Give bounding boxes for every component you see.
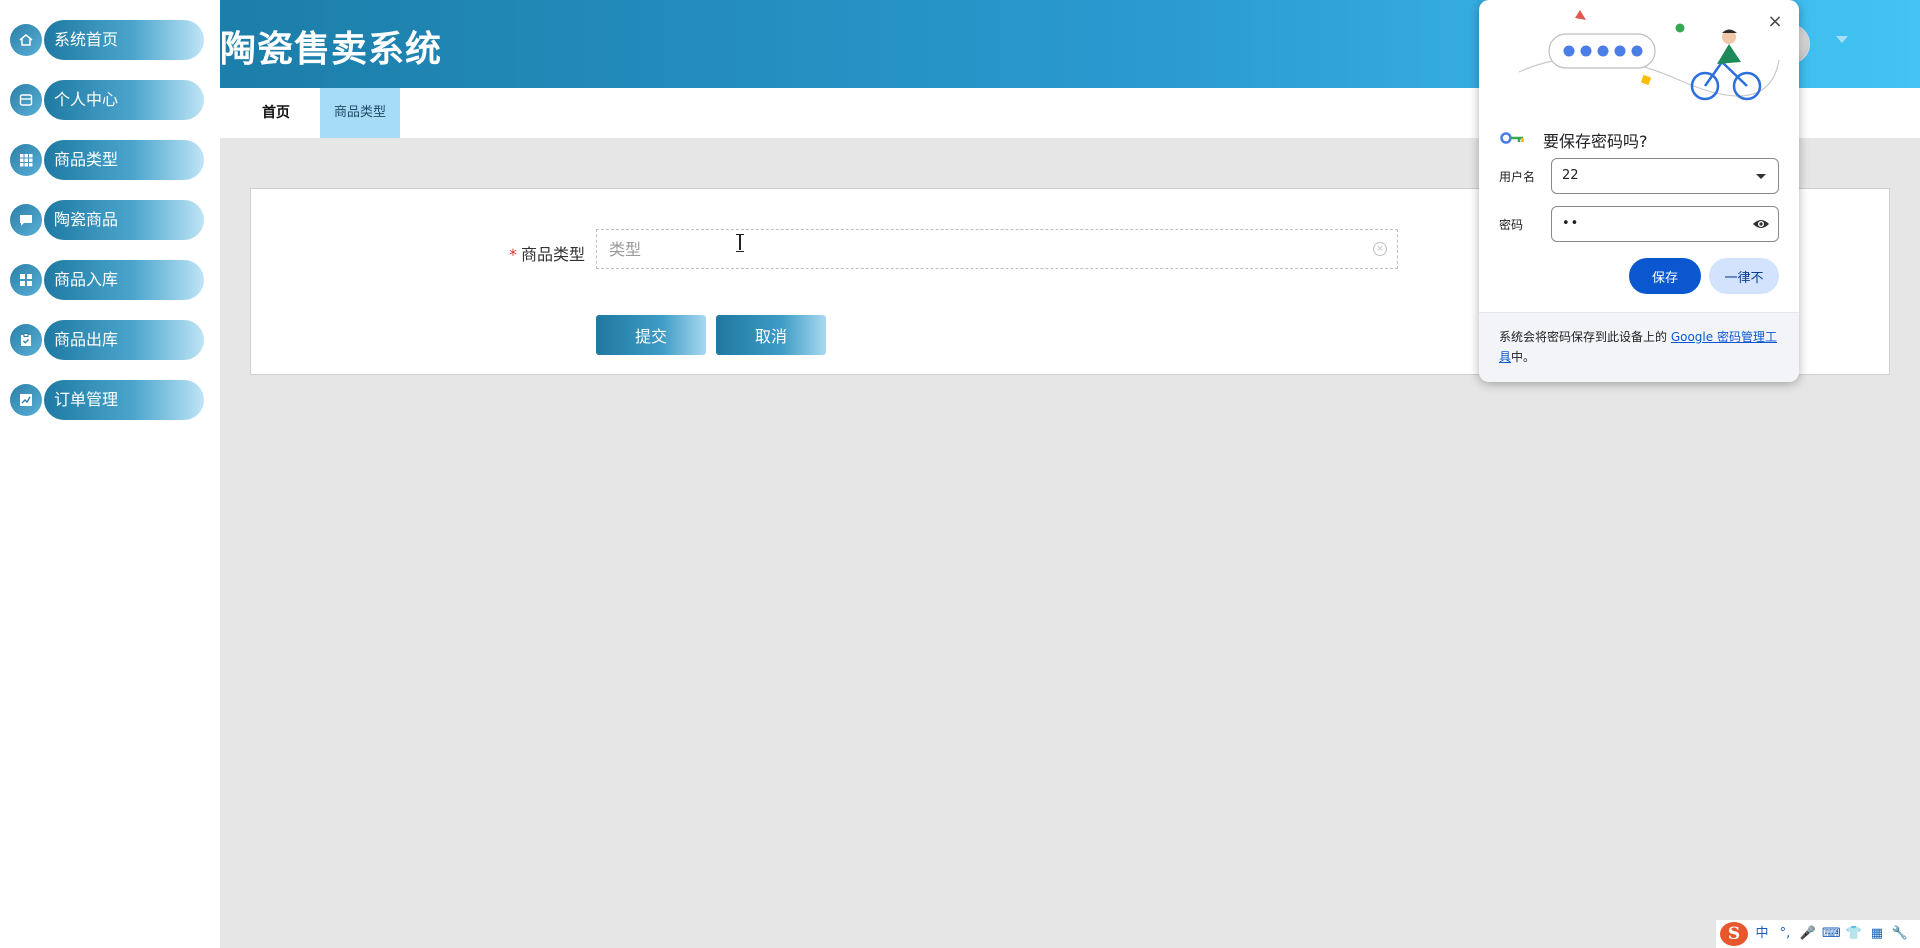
- sidebar-item-product-types[interactable]: 商品类型: [10, 140, 204, 180]
- card-icon: [10, 84, 42, 116]
- cancel-button[interactable]: 取消: [716, 315, 826, 355]
- eye-icon[interactable]: [1752, 215, 1770, 233]
- footer-text: 系统会将密码保存到此设备上的: [1499, 330, 1671, 344]
- required-mark: *: [509, 245, 517, 264]
- caret-down-icon: [1756, 174, 1766, 179]
- sidebar-item-ceramic-products[interactable]: 陶瓷商品: [10, 200, 204, 240]
- product-type-label-text: 商品类型: [521, 245, 586, 264]
- submit-button[interactable]: 提交: [596, 315, 706, 355]
- text-cursor-icon: [735, 234, 745, 252]
- sidebar-item-label: 个人中心: [44, 80, 204, 120]
- sidebar-item-orders[interactable]: 订单管理: [10, 380, 204, 420]
- chart-icon: [10, 384, 42, 416]
- sidebar-item-label: 订单管理: [44, 380, 204, 420]
- password-illustration: [1518, 10, 1780, 101]
- sidebar-item-label: 商品出库: [44, 320, 204, 360]
- sidebar: 系统首页 个人中心 商品类型 陶瓷商品 商品入库 商品出库 订单管理: [0, 0, 220, 948]
- footer-suffix: 中。: [1511, 350, 1536, 364]
- sidebar-item-profile[interactable]: 个人中心: [10, 80, 204, 120]
- save-password-dialog: × 要保存密码吗? 用户名 22 密码 •• 保存 一律不 系统会将密码保存到此…: [1479, 0, 1799, 382]
- never-save-button[interactable]: 一律不: [1709, 258, 1779, 294]
- close-icon[interactable]: ×: [1765, 12, 1785, 32]
- password-label: 密码: [1499, 218, 1524, 232]
- tab-home[interactable]: 首页: [250, 88, 302, 138]
- punctuation-toggle[interactable]: °,: [1776, 925, 1794, 943]
- password-value: ••: [1562, 216, 1580, 231]
- sidebar-item-label: 系统首页: [44, 20, 204, 60]
- sidebar-item-label: 商品入库: [44, 260, 204, 300]
- sidebar-item-stock-in[interactable]: 商品入库: [10, 260, 204, 300]
- apps-icon: [10, 264, 42, 296]
- username-select[interactable]: 22: [1551, 158, 1779, 194]
- toolbox-icon[interactable]: ▦: [1868, 925, 1886, 943]
- caret-down-icon[interactable]: [1836, 36, 1848, 43]
- keyboard-icon[interactable]: ⌨: [1822, 925, 1841, 943]
- clear-icon[interactable]: ×: [1373, 242, 1387, 256]
- tab-product-types[interactable]: 商品类型: [320, 88, 400, 138]
- settings-tool-icon[interactable]: 🔧: [1891, 925, 1909, 943]
- username-value: 22: [1562, 168, 1579, 183]
- clipboard-icon: [10, 324, 42, 356]
- product-type-label: * 商品类型: [509, 241, 585, 265]
- home-icon: [10, 24, 42, 56]
- key-icon: [1500, 132, 1524, 144]
- sogou-logo-icon[interactable]: S: [1720, 922, 1748, 946]
- input-mode-toggle[interactable]: 中: [1753, 925, 1771, 943]
- product-type-input-wrapper: ×: [596, 229, 1398, 269]
- chat-icon: [10, 204, 42, 236]
- save-password-heading: 要保存密码吗?: [1543, 132, 1648, 151]
- username-label: 用户名: [1499, 170, 1536, 184]
- save-password-footer: 系统会将密码保存到此设备上的 Google 密码管理工具中。: [1479, 312, 1799, 382]
- sidebar-item-home[interactable]: 系统首页: [10, 20, 204, 60]
- sidebar-item-label: 商品类型: [44, 140, 204, 180]
- ime-toolbar: S 中 °, 🎤 ⌨ 👕 ▦ 🔧: [1716, 920, 1920, 948]
- save-password-button[interactable]: 保存: [1629, 258, 1701, 294]
- app-title: 陶瓷售卖系统: [220, 29, 443, 70]
- grid-icon: [10, 144, 42, 176]
- skin-icon[interactable]: 👕: [1845, 925, 1863, 943]
- product-type-input[interactable]: [597, 230, 1397, 268]
- password-field[interactable]: ••: [1551, 206, 1779, 242]
- microphone-icon[interactable]: 🎤: [1799, 925, 1817, 943]
- sidebar-item-stock-out[interactable]: 商品出库: [10, 320, 204, 360]
- sidebar-item-label: 陶瓷商品: [44, 200, 204, 240]
